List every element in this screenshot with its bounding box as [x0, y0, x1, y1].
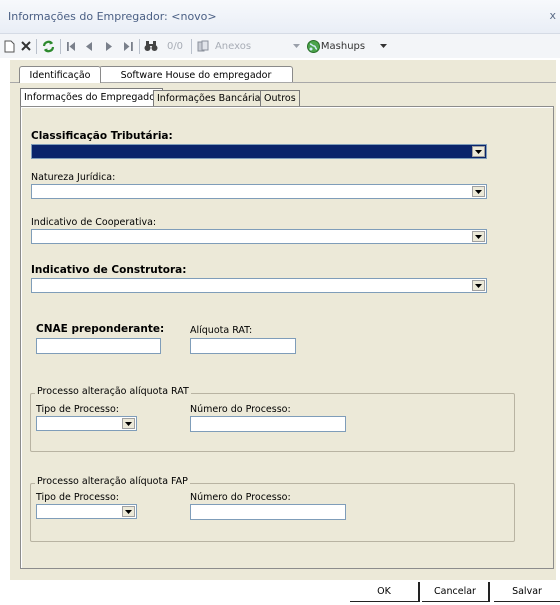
dropdown-arrow-icon[interactable]: [472, 186, 485, 197]
fap-numero-label: Número do Processo:: [190, 492, 291, 503]
globe-icon[interactable]: [305, 37, 321, 55]
toolbar-separator: [139, 39, 140, 54]
mashups-button[interactable]: Mashups: [321, 37, 365, 55]
next-record-icon[interactable]: [102, 37, 114, 55]
aliquota-input[interactable]: [190, 338, 296, 354]
title-bar: Informações do Empregador: <novo> x: [0, 0, 560, 34]
cnae-input[interactable]: [36, 338, 161, 354]
subtab-informacoes-bancarias[interactable]: Informações Bancárias: [153, 90, 270, 106]
toolbar: 0/0 Anexos Mashups: [0, 34, 560, 58]
fap-tipo-select[interactable]: [36, 504, 137, 519]
classificacao-label: Classificação Tributária:: [31, 130, 173, 142]
chevron-down-icon[interactable]: [378, 37, 388, 55]
cancel-button[interactable]: Cancelar: [422, 582, 490, 602]
aliquota-label: Alíquota RAT:: [190, 325, 253, 336]
last-record-icon[interactable]: [121, 37, 135, 55]
new-document-icon[interactable]: [2, 37, 16, 55]
chevron-down-icon[interactable]: [291, 37, 301, 55]
dropdown-arrow-icon[interactable]: [472, 146, 485, 157]
fap-numero-input[interactable]: [190, 504, 346, 520]
toolbar-separator: [36, 39, 37, 54]
construtora-label: Indicativo de Construtora:: [31, 264, 187, 276]
dropdown-arrow-icon[interactable]: [122, 418, 135, 429]
record-counter: 0/0: [166, 40, 184, 52]
classificacao-select[interactable]: [31, 144, 487, 159]
dropdown-arrow-icon[interactable]: [472, 280, 485, 291]
binoculars-icon[interactable]: [143, 37, 159, 55]
natureza-label: Natureza Jurídica:: [31, 172, 116, 183]
attachment-icon[interactable]: [195, 37, 211, 55]
window-title: Informações do Empregador: <novo>: [8, 10, 217, 23]
tab-software-house[interactable]: Software House do empregador: [99, 66, 293, 83]
rat-numero-label: Número do Processo:: [190, 404, 291, 415]
dropdown-arrow-icon[interactable]: [122, 506, 135, 517]
natureza-select[interactable]: [31, 184, 487, 199]
rat-tipo-label: Tipo de Processo:: [36, 404, 119, 415]
close-icon[interactable]: x: [549, 9, 556, 22]
subtab-informacoes-empregador[interactable]: Informações do Empregador: [20, 88, 163, 106]
construtora-select[interactable]: [31, 278, 487, 293]
group-rat-legend: Processo alteração alíquota RAT: [35, 386, 191, 397]
dropdown-arrow-icon[interactable]: [472, 231, 485, 242]
previous-record-icon[interactable]: [83, 37, 95, 55]
refresh-icon[interactable]: [40, 37, 56, 55]
group-fap-legend: Processo alteração alíquota FAP: [35, 476, 190, 487]
employer-info-window: Informações do Empregador: <novo> x 0/0 …: [0, 0, 560, 605]
first-record-icon[interactable]: [64, 37, 78, 55]
attachments-button[interactable]: Anexos: [214, 37, 252, 55]
ok-button[interactable]: OK: [350, 582, 420, 602]
tab-identificacao[interactable]: Identificação: [19, 66, 101, 83]
delete-icon[interactable]: [19, 37, 33, 55]
cnae-label: CNAE preponderante:: [36, 323, 165, 335]
toolbar-separator: [191, 39, 192, 54]
cooperativa-select[interactable]: [31, 229, 487, 244]
rat-numero-input[interactable]: [190, 416, 346, 432]
subtab-outros[interactable]: Outros: [260, 90, 300, 106]
cooperativa-label: Indicativo de Cooperativa:: [31, 217, 157, 228]
toolbar-separator: [60, 39, 61, 54]
save-button[interactable]: Salvar: [494, 582, 560, 602]
rat-tipo-select[interactable]: [36, 416, 137, 431]
fap-tipo-label: Tipo de Processo:: [36, 492, 119, 503]
